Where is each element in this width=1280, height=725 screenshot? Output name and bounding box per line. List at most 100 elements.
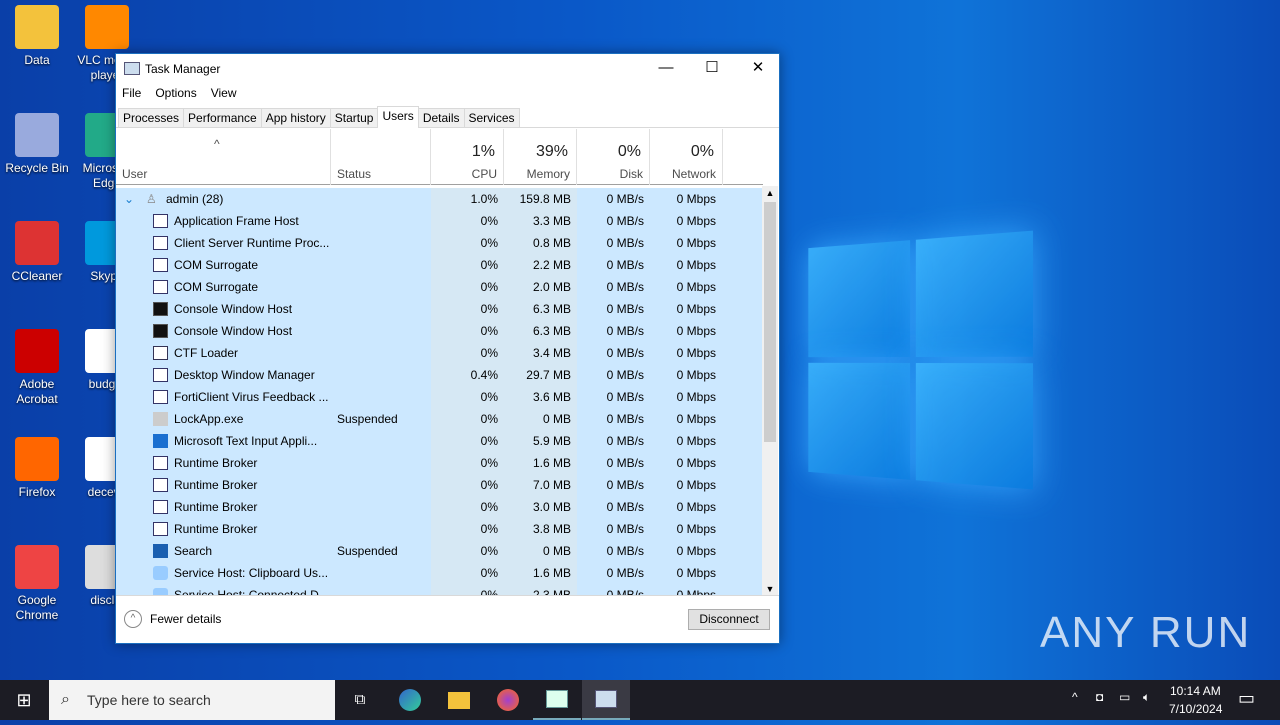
process-row[interactable]: Microsoft Text Input Appli... 0% 5.9 MB … — [116, 430, 763, 452]
cpu-value: 0% — [480, 258, 498, 272]
app-process-icon — [153, 214, 168, 228]
memory-value: 7.0 MB — [532, 478, 571, 492]
sort-ascending-icon: ^ — [214, 137, 220, 151]
menu-file[interactable]: File — [122, 86, 141, 100]
edge-taskbar-icon[interactable] — [386, 680, 434, 720]
disk-value: 0 MB/s — [606, 544, 644, 558]
process-row[interactable]: Console Window Host 0% 6.3 MB 0 MB/s 0 M… — [116, 298, 763, 320]
scroll-up-icon[interactable]: ▲ — [762, 186, 778, 200]
menu-bar: File Options View — [116, 83, 779, 103]
scroll-down-icon[interactable]: ▼ — [762, 582, 778, 596]
tab-performance[interactable]: Performance — [183, 108, 262, 127]
google-chrome-icon — [15, 545, 59, 589]
cpu-value: 0% — [480, 412, 498, 426]
tab-services[interactable]: Services — [463, 108, 520, 127]
meet-now-icon[interactable]: ◘ — [1096, 690, 1103, 704]
disk-value: 0 MB/s — [606, 258, 644, 272]
show-hidden-icons[interactable]: ^ — [1072, 690, 1078, 704]
app-process-icon — [153, 368, 168, 382]
process-name: LockApp.exe — [174, 412, 244, 426]
tab-users[interactable]: Users — [377, 106, 419, 128]
desktop-icon-adobe-acrobat[interactable]: Adobe Acrobat — [2, 329, 72, 407]
tab-details[interactable]: Details — [417, 108, 465, 127]
desktop-icon-ccleaner[interactable]: CCleaner — [2, 221, 72, 284]
network-value: 0 Mbps — [676, 258, 716, 272]
file-explorer-taskbar-icon[interactable] — [435, 680, 483, 720]
close-button[interactable]: ✕ — [735, 54, 781, 83]
footer: ^ Fewer details Disconnect — [116, 595, 779, 643]
process-row[interactable]: Runtime Broker 0% 7.0 MB 0 MB/s 0 Mbps — [116, 474, 763, 496]
desktop-icon-data[interactable]: Data — [2, 5, 72, 68]
scrollbar-thumb[interactable] — [764, 202, 776, 442]
task-view-icon[interactable]: ⧉ — [336, 680, 384, 720]
column-user[interactable]: ^ User — [116, 129, 331, 185]
notifications-icon[interactable]: ▭ — [1238, 688, 1255, 709]
column-network[interactable]: 0% Network — [650, 129, 723, 185]
process-name: Runtime Broker — [174, 478, 258, 492]
volume-icon[interactable]: 🔈︎ — [1143, 690, 1150, 705]
vertical-scrollbar[interactable]: ▲ ▼ — [762, 186, 778, 596]
process-row[interactable]: Console Window Host 0% 6.3 MB 0 MB/s 0 M… — [116, 320, 763, 342]
desktop-icon-label: CCleaner — [11, 269, 63, 283]
search-process-icon — [153, 544, 168, 558]
process-row[interactable]: FortiClient Virus Feedback ... 0% 3.6 MB… — [116, 386, 763, 408]
process-row[interactable]: Client Server Runtime Proc... 0% 0.8 MB … — [116, 232, 763, 254]
process-row[interactable]: Application Frame Host 0% 3.3 MB 0 MB/s … — [116, 210, 763, 232]
process-row[interactable]: Runtime Broker 0% 3.8 MB 0 MB/s 0 Mbps — [116, 518, 763, 540]
windows-wallpaper-logo — [808, 230, 1033, 490]
menu-options[interactable]: Options — [155, 86, 196, 100]
chevron-down-icon[interactable]: ⌄ — [124, 188, 134, 210]
tab-processes[interactable]: Processes — [118, 108, 185, 127]
window-title: Task Manager — [145, 61, 221, 76]
process-row[interactable]: Runtime Broker 0% 1.6 MB 0 MB/s 0 Mbps — [116, 452, 763, 474]
desktop-icon-firefox[interactable]: Firefox — [2, 437, 72, 500]
column-memory[interactable]: 39% Memory — [504, 129, 577, 185]
disconnect-button[interactable]: Disconnect — [688, 609, 770, 630]
column-disk[interactable]: 0% Disk — [577, 129, 650, 185]
process-row[interactable]: LockApp.exe Suspended 0% 0 MB 0 MB/s 0 Mb… — [116, 408, 763, 430]
process-row[interactable]: Search Suspended 0% 0 MB 0 MB/s 0 Mbps — [116, 540, 763, 562]
clock-time[interactable]: 10:14 AM — [1170, 684, 1221, 698]
network-value: 0 Mbps — [676, 522, 716, 536]
process-name: FortiClient Virus Feedback ... — [174, 390, 329, 404]
network-value: 0 Mbps — [676, 500, 716, 514]
user-row-admin[interactable]: ⌄ ♙ admin (28) 1.0% 159.8 MB 0 MB/s 0 Mbps — [116, 188, 763, 210]
taskbar-search[interactable]: ⌕ Type here to search — [49, 680, 335, 720]
clock-date[interactable]: 7/10/2024 — [1169, 702, 1222, 716]
fewer-details-button[interactable]: ^ Fewer details — [124, 610, 221, 628]
memory-value: 0 MB — [542, 412, 571, 426]
process-row[interactable]: Service Host: Clipboard Us... 0% 1.6 MB … — [116, 562, 763, 584]
column-user-label: User — [122, 167, 148, 181]
process-row[interactable]: Runtime Broker 0% 3.0 MB 0 MB/s 0 Mbps — [116, 496, 763, 518]
column-cpu[interactable]: 1% CPU — [431, 129, 504, 185]
memory-value: 0 MB — [542, 544, 571, 558]
app-taskbar-icon[interactable] — [533, 680, 581, 720]
network-icon[interactable]: ▭ — [1119, 690, 1130, 704]
memory-value: 5.9 MB — [532, 434, 571, 448]
blank-process-icon — [153, 412, 168, 426]
tab-app-history[interactable]: App history — [260, 108, 331, 127]
process-row[interactable]: CTF Loader 0% 3.4 MB 0 MB/s 0 Mbps — [116, 342, 763, 364]
process-row[interactable]: COM Surrogate 0% 2.0 MB 0 MB/s 0 Mbps — [116, 276, 763, 298]
menu-view[interactable]: View — [211, 86, 237, 100]
task-manager-icon — [124, 62, 140, 75]
tab-startup[interactable]: Startup — [329, 108, 379, 127]
process-row[interactable]: Desktop Window Manager 0.4% 29.7 MB 0 MB… — [116, 364, 763, 386]
minimize-button[interactable]: — — [643, 54, 689, 83]
start-button[interactable]: ⊞ — [0, 680, 48, 720]
column-status[interactable]: Status — [331, 129, 431, 185]
column-cpu-label: CPU — [471, 167, 497, 181]
data-icon — [15, 5, 59, 49]
desktop-icon-google-chrome[interactable]: Google Chrome — [2, 545, 72, 623]
task-manager-window: Task Manager — ☐ ✕ File Options View Pro… — [115, 53, 780, 644]
firefox-taskbar-icon[interactable] — [484, 680, 532, 720]
task-manager-taskbar-icon[interactable] — [582, 680, 630, 720]
cpu-value: 0% — [480, 214, 498, 228]
console-process-icon — [153, 324, 168, 338]
process-row[interactable]: COM Surrogate 0% 2.2 MB 0 MB/s 0 Mbps — [116, 254, 763, 276]
cpu-value: 0% — [480, 236, 498, 250]
disk-value: 0 MB/s — [606, 566, 644, 580]
process-name: Desktop Window Manager — [174, 368, 315, 382]
maximize-button[interactable]: ☐ — [689, 54, 735, 83]
desktop-icon-recycle-bin[interactable]: Recycle Bin — [2, 113, 72, 176]
